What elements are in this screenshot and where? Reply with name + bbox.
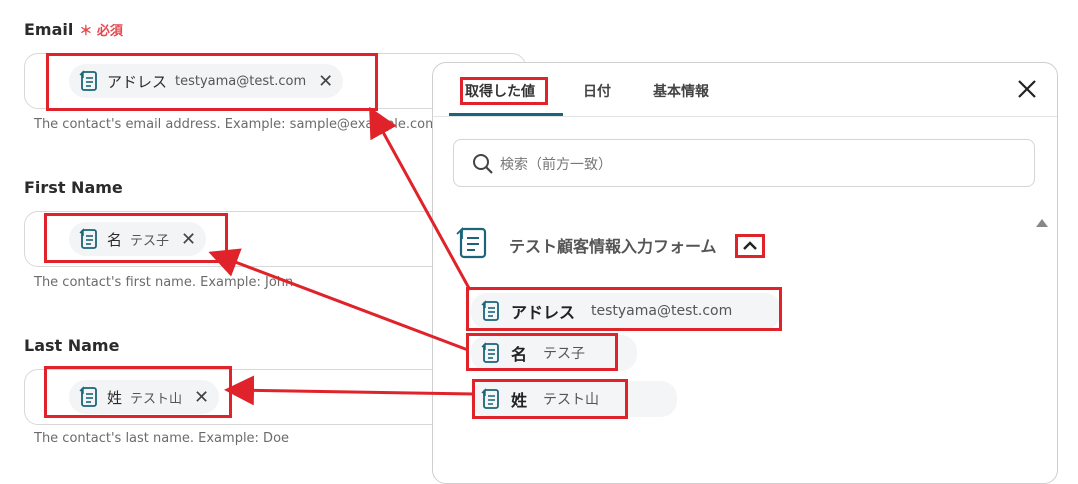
- arrow-first-name: [208, 248, 469, 352]
- annotation-arrows: [208, 106, 475, 406]
- arrow-address: [369, 106, 472, 291]
- arrow-last-name: [224, 375, 475, 406]
